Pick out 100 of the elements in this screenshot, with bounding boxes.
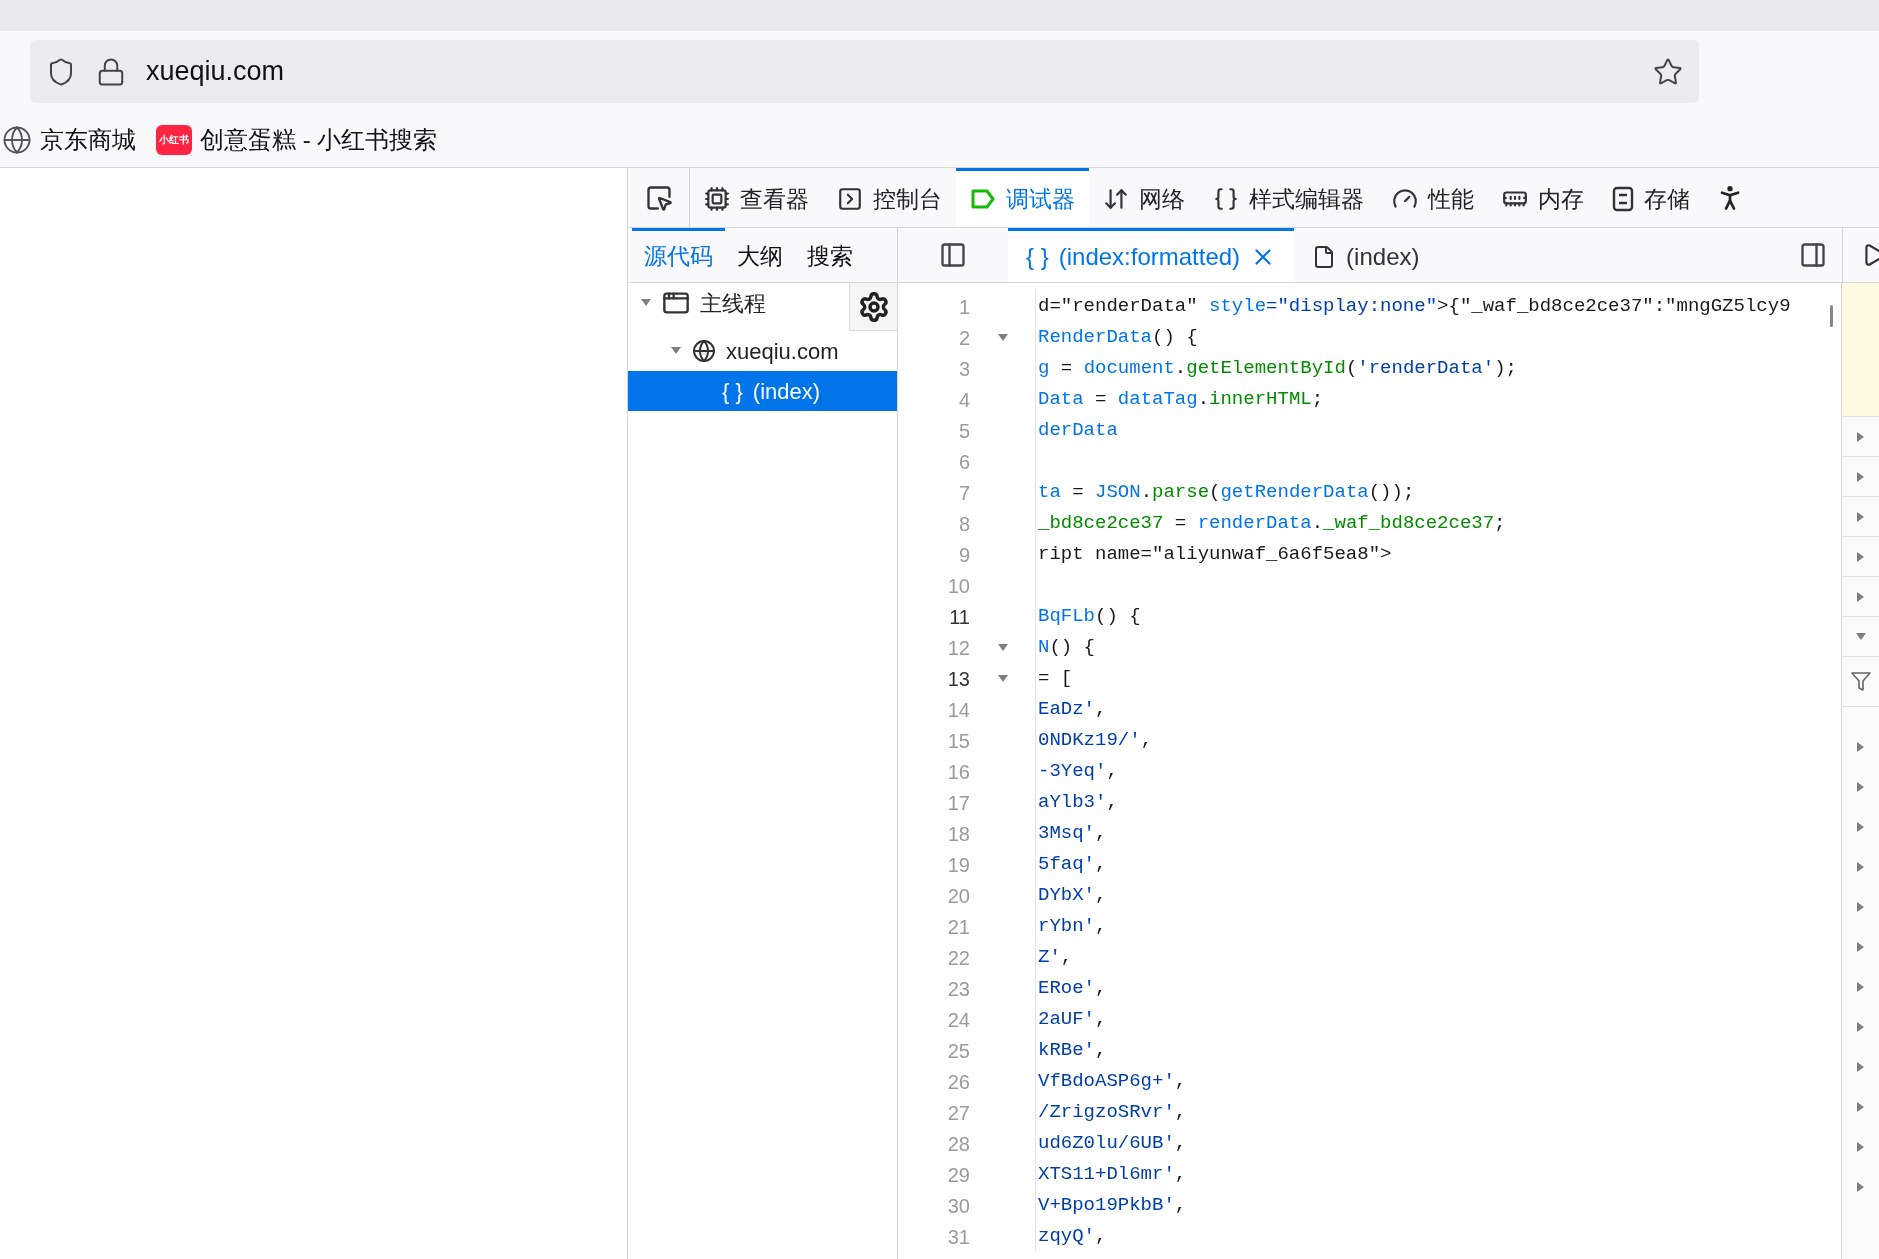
- code-line: VfBdoASP6g+',: [1038, 1069, 1187, 1095]
- settings-icon: [857, 290, 890, 323]
- code-line: RenderData() {: [1038, 325, 1198, 351]
- code-line: aYlb3',: [1038, 790, 1118, 816]
- editor-tab[interactable]: (index): [1294, 228, 1438, 282]
- line-number: 14: [946, 697, 970, 723]
- address-bar[interactable]: xueqiu.com: [30, 40, 1699, 103]
- tree-label: 主线程: [700, 289, 766, 318]
- tree-item[interactable]: 主线程: [628, 283, 849, 323]
- tree-item[interactable]: { } (index): [628, 371, 897, 411]
- up-down-arrows-icon: [1103, 186, 1129, 212]
- line-number: 11: [948, 604, 970, 630]
- line-number: 23: [946, 976, 970, 1002]
- panel-tab[interactable]: 搜索: [795, 228, 865, 282]
- line-number: 17: [946, 790, 970, 816]
- line-number: 20: [946, 883, 970, 909]
- tree-label: (index): [752, 377, 821, 406]
- line-number: 28: [946, 1131, 970, 1157]
- code-line: d="renderData" style="display:none">{"_waf_bd8ce2ce37":"mngGZ5lcy9: [1038, 294, 1791, 320]
- panel-tab[interactable]: 源代码: [632, 228, 725, 282]
- braces-glyph: { }: [1026, 241, 1049, 272]
- scrollbar-thumb[interactable]: [1830, 305, 1833, 327]
- code-line: 2aUF',: [1038, 1007, 1107, 1033]
- devtools-tab[interactable]: 查看器: [690, 168, 823, 227]
- code-line: -3Yeq',: [1038, 759, 1118, 785]
- code-line: EaDz',: [1038, 697, 1107, 723]
- tree-label: xueqiu.com: [726, 337, 839, 366]
- line-number: 6: [957, 449, 970, 475]
- code-line: ta = JSON.parse(getRenderData());: [1038, 480, 1415, 506]
- line-number: 2: [957, 325, 970, 351]
- devtools-tab[interactable]: 调试器: [956, 168, 1089, 227]
- line-number: 3: [957, 356, 970, 382]
- code-line: V+Bpo19PkbB',: [1038, 1193, 1187, 1219]
- line-number: 7: [957, 480, 970, 506]
- code-line: = [: [1038, 666, 1073, 692]
- tree-item[interactable]: xueqiu.com: [628, 331, 897, 371]
- line-number: 29: [946, 1162, 970, 1188]
- line-number: 9: [957, 542, 970, 568]
- line-number: 19: [946, 852, 970, 878]
- console-icon: [837, 186, 863, 212]
- devtools-tab[interactable]: 存储: [1598, 168, 1704, 227]
- code-line: derData: [1038, 418, 1118, 444]
- code-line: ript name="aliyunwaf_6a6f5ea8">: [1038, 542, 1392, 568]
- line-number: 27: [946, 1100, 970, 1126]
- devtools-tab[interactable]: 性能: [1378, 168, 1488, 227]
- line-number: 30: [946, 1193, 970, 1219]
- devtools-tab[interactable]: 样式编辑器: [1199, 168, 1378, 227]
- bookmark-label: 创意蛋糕 - 小红书搜索: [200, 124, 438, 155]
- code-line: N() {: [1038, 635, 1095, 661]
- tag-icon: [970, 188, 996, 210]
- line-number: 18: [946, 821, 970, 847]
- code-line: Data = dataTag.innerHTML;: [1038, 387, 1324, 413]
- bookmark-item[interactable]: 小红书 创意蛋糕 - 小红书搜索: [156, 121, 438, 158]
- code-line: ERoe',: [1038, 976, 1107, 1002]
- url-text: xueqiu.com: [146, 55, 286, 89]
- settings-button[interactable]: [849, 283, 897, 331]
- panel-right-icon: [1798, 241, 1827, 269]
- panel-left-icon: [939, 241, 967, 269]
- code-line: 3Msq',: [1038, 821, 1107, 847]
- line-number: 26: [946, 1069, 970, 1095]
- code-line: Z',: [1038, 945, 1073, 971]
- code-line: g = document.getElementById('renderData');: [1038, 356, 1517, 382]
- editor-tab[interactable]: { } (index:formatted): [1008, 228, 1295, 282]
- line-number: 8: [957, 511, 970, 537]
- line-number: 16: [946, 759, 970, 785]
- bookmark-star-icon[interactable]: [1653, 56, 1683, 87]
- line-number: 21: [946, 914, 970, 940]
- code-line: /ZrigzoSRvr',: [1038, 1100, 1187, 1126]
- globe-icon: [2, 124, 32, 155]
- line-number: 1: [957, 294, 970, 320]
- code-line: DYbX',: [1038, 883, 1107, 909]
- site-logo: 小红书: [156, 124, 192, 155]
- storage-icon: [1612, 186, 1634, 212]
- line-number: 24: [946, 1007, 970, 1033]
- tab-label: (index:formatted): [1058, 241, 1241, 272]
- code-line: BqFLb() {: [1038, 604, 1141, 630]
- filter-icon[interactable]: [1850, 670, 1871, 693]
- devtools-tab[interactable]: 控制台: [823, 168, 956, 227]
- line-number: 25: [946, 1038, 970, 1064]
- lock-icon[interactable]: [96, 56, 126, 87]
- panel-tab[interactable]: 大纲: [725, 228, 795, 282]
- tab-label: (index): [1346, 241, 1420, 272]
- code-line: ud6Z0lu/6UB',: [1038, 1131, 1187, 1157]
- picker-icon: [644, 183, 673, 212]
- devtools-tab[interactable]: 内存: [1488, 168, 1598, 227]
- line-number: 15: [946, 728, 970, 754]
- line-number: 5: [957, 418, 970, 444]
- inspector-icon: [704, 186, 730, 212]
- bookmark-item[interactable]: 京东商城: [2, 121, 136, 158]
- code-line: zqyQ',: [1038, 1224, 1107, 1250]
- line-number: 12: [946, 635, 970, 661]
- code-line: rYbn',: [1038, 914, 1107, 940]
- line-number: 31: [946, 1224, 970, 1250]
- code-line: XTS11+Dl6mr',: [1038, 1162, 1187, 1188]
- devtools-tab[interactable]: 网络: [1089, 168, 1199, 227]
- code-line: 0NDKz19/',: [1038, 728, 1153, 754]
- line-number: 4: [957, 387, 970, 413]
- code-line: 5faq',: [1038, 852, 1107, 878]
- line-number: 22: [946, 945, 970, 971]
- line-number: 13: [946, 666, 970, 692]
